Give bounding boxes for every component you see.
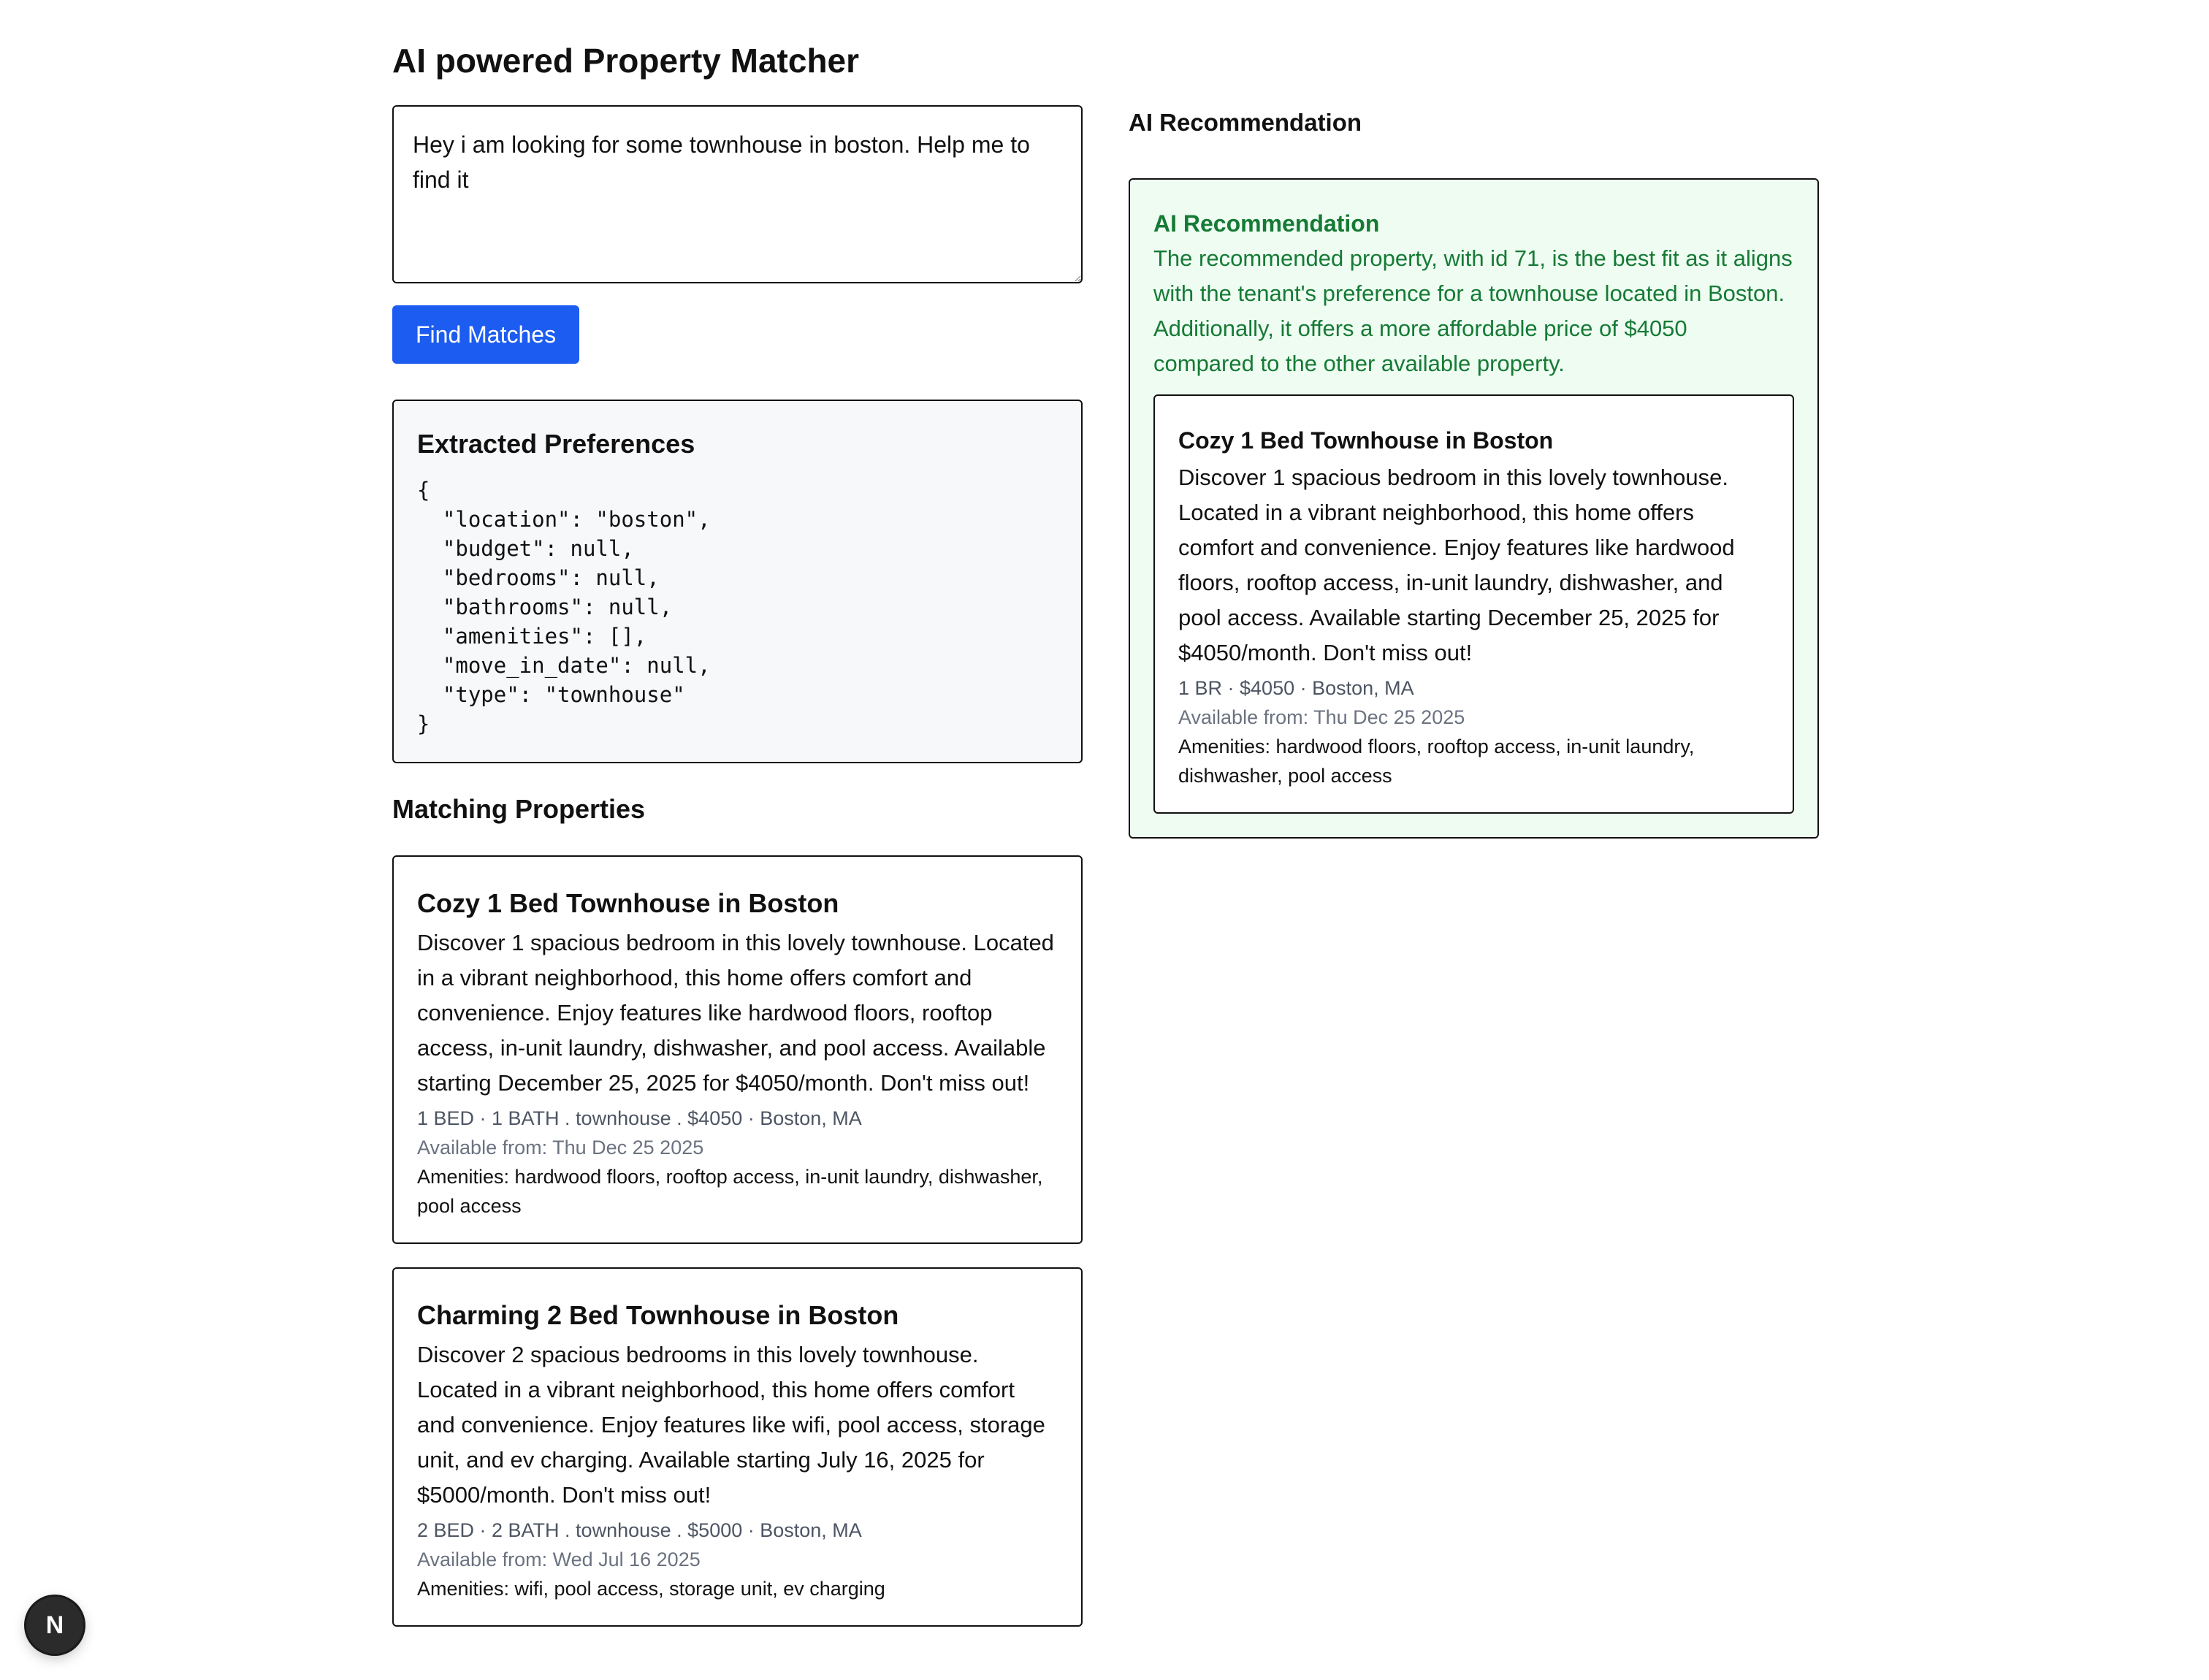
extracted-preferences-json: { "location": "boston", "budget": null, … (417, 478, 711, 736)
ai-recommendation-text: The recommended property, with id 71, is… (1153, 245, 1793, 376)
query-input[interactable] (392, 105, 1083, 283)
page-title: AI powered Property Matcher (392, 42, 860, 80)
extracted-preferences-panel: Extracted Preferences { "location": "bos… (392, 400, 1083, 763)
property-availability: Available from: Wed Jul 16 2025 (417, 1549, 701, 1570)
property-title: Charming 2 Bed Townhouse in Boston (417, 1300, 899, 1330)
property-description: Discover 2 spacious bedrooms in this lov… (417, 1342, 1045, 1508)
ai-recommendation-panel: AI Recommendation The recommended proper… (1129, 178, 1819, 839)
extracted-preferences-heading: Extracted Preferences (417, 429, 695, 459)
ai-recommendation-box-heading: AI Recommendation (1153, 210, 1380, 237)
property-availability: Available from: Thu Dec 25 2025 (417, 1137, 704, 1158)
property-amenities: Amenities: hardwood floors, rooftop acce… (1178, 736, 1695, 787)
property-description: Discover 1 spacious bedroom in this love… (417, 930, 1054, 1096)
ai-recommendation-heading: AI Recommendation (1129, 109, 1362, 136)
recommended-property-card: Cozy 1 Bed Townhouse in Boston Discover … (1153, 394, 1794, 814)
left-column: Find Matches Extracted Preferences { "lo… (392, 105, 1083, 1650)
property-meta: 1 BED · 1 BATH . townhouse . $4050 · Bos… (417, 1107, 862, 1129)
property-meta: 2 BED · 2 BATH . townhouse . $5000 · Bos… (417, 1519, 862, 1541)
property-card: Cozy 1 Bed Townhouse in Boston Discover … (392, 855, 1083, 1244)
nextjs-logo-icon[interactable]: N (26, 1597, 83, 1654)
property-availability: Available from: Thu Dec 25 2025 (1178, 706, 1465, 728)
property-card: Charming 2 Bed Townhouse in Boston Disco… (392, 1267, 1083, 1627)
find-matches-button[interactable]: Find Matches (392, 305, 580, 364)
property-amenities: Amenities: wifi, pool access, storage un… (417, 1578, 885, 1600)
property-meta: 1 BR · $4050 · Boston, MA (1178, 677, 1414, 699)
property-description: Discover 1 spacious bedroom in this love… (1178, 465, 1735, 665)
property-title: Cozy 1 Bed Townhouse in Boston (1178, 427, 1554, 454)
matching-properties-heading: Matching Properties (392, 794, 646, 824)
right-column: AI Recommendation AI Recommendation The … (1129, 105, 1819, 839)
property-title: Cozy 1 Bed Townhouse in Boston (417, 888, 839, 918)
property-amenities: Amenities: hardwood floors, rooftop acce… (417, 1166, 1043, 1217)
